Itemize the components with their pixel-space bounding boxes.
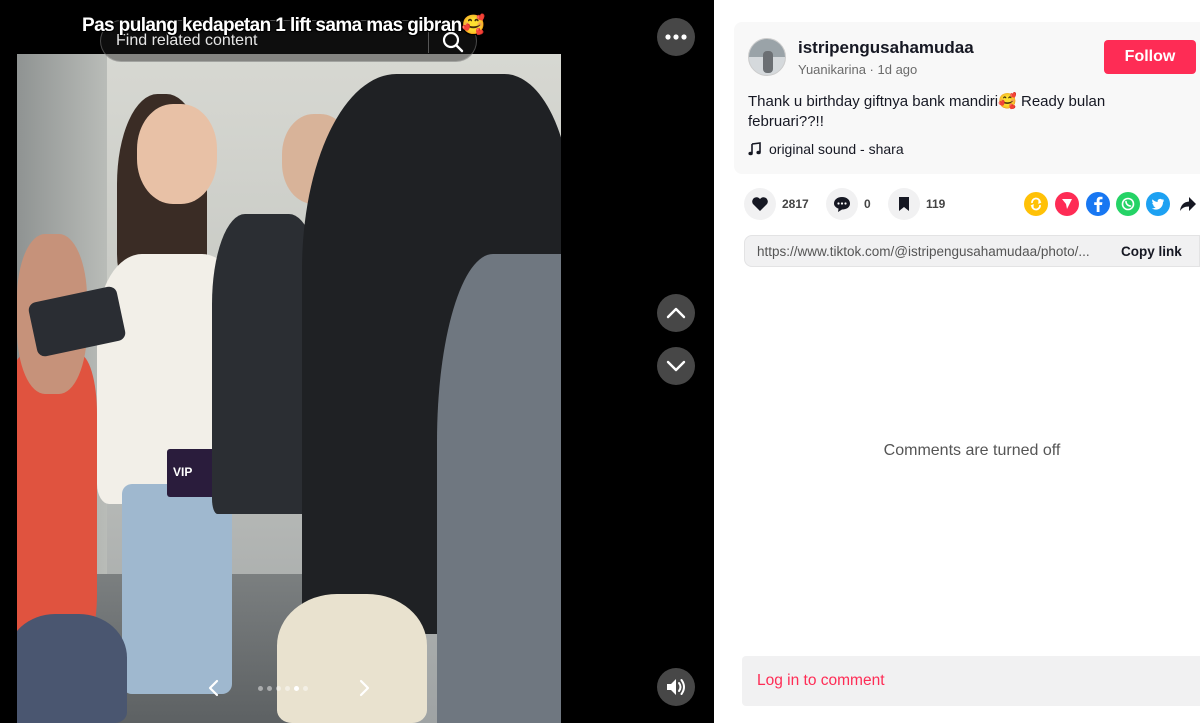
whatsapp-icon[interactable] [1116,192,1140,216]
twitter-icon[interactable] [1146,192,1170,216]
carousel-dot[interactable] [258,686,263,691]
comment-count: 0 [864,197,871,211]
save-count: 119 [926,197,946,211]
heart-icon [752,197,768,211]
chevron-down-icon [666,360,686,372]
repost-icon[interactable] [1024,192,1048,216]
like-button[interactable] [744,188,776,220]
comments-disabled-message: Comments are turned off [883,442,1061,459]
author-card: istripengusahamudaa Yuanikarina · 1d ago… [734,22,1200,174]
send-icon[interactable] [1055,192,1079,216]
login-to-comment-bar[interactable]: Log in to comment [742,656,1200,706]
post-details-panel: istripengusahamudaa Yuanikarina · 1d ago… [714,0,1200,723]
carousel-next-icon[interactable] [354,676,374,700]
like-count: 2817 [782,197,809,211]
carousel-dot[interactable] [285,686,290,691]
tiktok-photo-post: VIP Find related content Pas pulang keda… [0,0,1200,723]
photo-person-cream-pants [277,594,427,723]
author-username[interactable]: istripengusahamudaa [798,38,974,58]
sound-link[interactable]: original sound - shara [748,141,904,157]
comment-icon [834,196,850,212]
comment-button[interactable] [826,188,858,220]
avatar-figure [763,51,773,73]
photo-person-denim-shorts [17,614,127,723]
music-note-icon [748,142,761,156]
carousel-dots [258,686,308,691]
sound-label: original sound - shara [769,141,904,157]
save-action[interactable]: 119 [888,188,945,220]
media-viewer: VIP Find related content Pas pulang keda… [0,0,714,723]
post-description: Thank u birthday giftnya bank mandiri🥰 R… [748,93,1106,130]
photo-person-red-shirt [17,354,97,654]
volume-icon [667,679,685,695]
login-to-comment-link[interactable]: Log in to comment [757,672,885,690]
copy-link-button[interactable]: Copy link [1121,244,1182,259]
post-caption: Pas pulang kedapetan 1 lift sama mas gib… [82,15,485,36]
post-photo[interactable]: VIP [17,54,561,723]
carousel-dot[interactable] [276,686,281,691]
author-meta: Yuanikarina · 1d ago [798,62,918,77]
comment-action[interactable]: 0 [826,188,871,220]
next-post-button[interactable] [657,347,695,385]
photo-person-woman-head [137,104,217,204]
volume-button[interactable] [657,668,695,706]
facebook-icon[interactable] [1086,192,1110,216]
more-icon [665,34,687,40]
save-button[interactable] [888,188,920,220]
previous-post-button[interactable] [657,294,695,332]
follow-button[interactable]: Follow [1104,40,1196,74]
more-options-button[interactable] [657,18,695,56]
like-action[interactable]: 2817 [744,188,809,220]
chevron-up-icon [666,307,686,319]
carousel-dot[interactable] [294,686,299,691]
post-url[interactable]: https://www.tiktok.com/@istripengusahamu… [757,244,1107,259]
action-bar: 2817 0 119 [744,188,1200,220]
carousel-dot[interactable] [303,686,308,691]
share-arrow-icon[interactable] [1176,192,1200,216]
carousel-prev-icon[interactable] [204,676,224,700]
photo-person-woman-legs [122,484,232,694]
carousel-dot[interactable] [267,686,272,691]
avatar[interactable] [748,38,786,76]
copy-link-box: https://www.tiktok.com/@istripengusahamu… [744,235,1200,267]
photo-person-grey-shirt [437,254,561,723]
bookmark-icon [899,197,909,211]
